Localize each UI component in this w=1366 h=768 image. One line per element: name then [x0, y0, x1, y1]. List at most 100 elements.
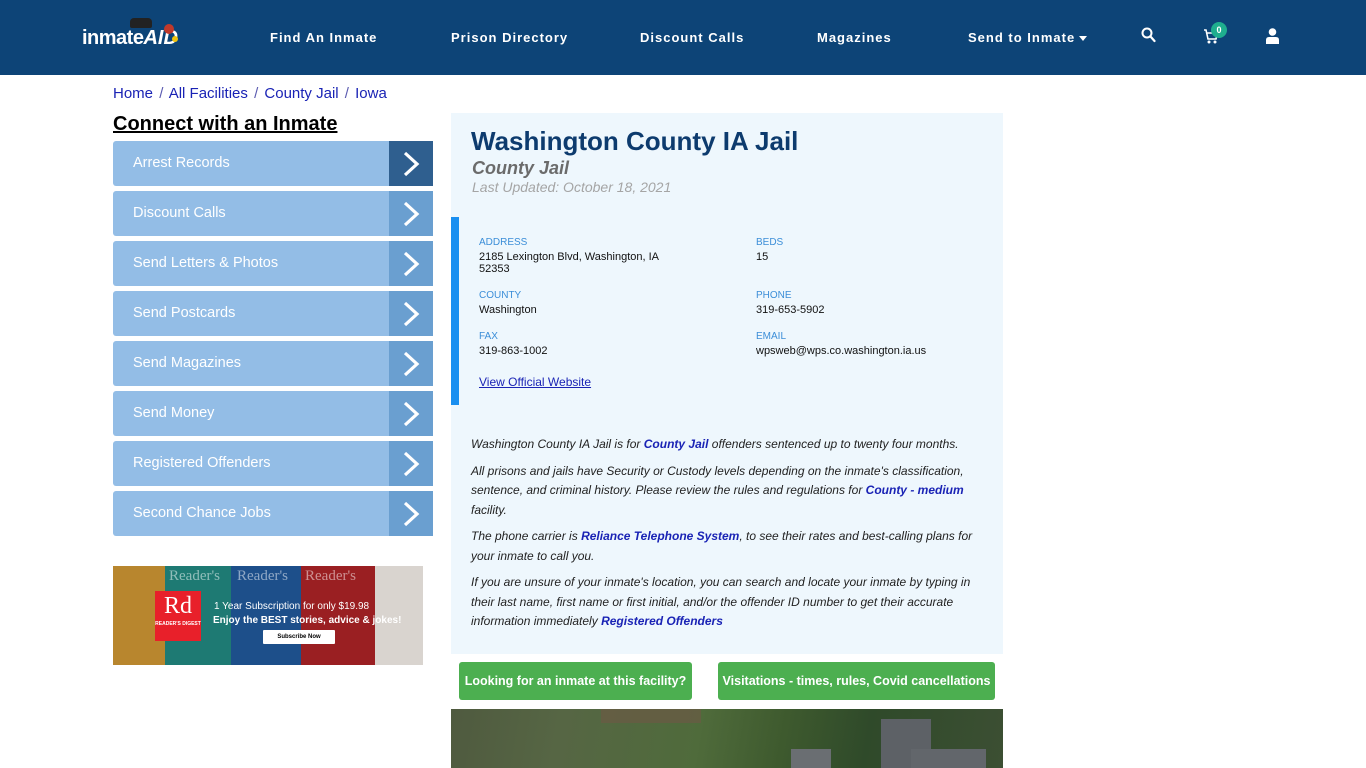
user-icon[interactable]: [1266, 28, 1279, 49]
chevron-right-icon: [389, 441, 433, 486]
description-text: facility.: [471, 502, 507, 517]
cover-title: Reader's: [305, 568, 357, 584]
description-text: The phone carrier is: [471, 529, 582, 543]
facility-description: Washington County IA Jail is for County …: [471, 435, 981, 639]
description-paragraph: Washington County IA Jail is for County …: [471, 435, 981, 455]
county-field: COUNTY Washington: [479, 290, 537, 316]
sidebar-item-registered-offenders[interactable]: Registered Offenders: [113, 441, 433, 486]
sidebar-item-label: Discount Calls: [133, 205, 226, 221]
registered-offenders-link[interactable]: Registered Offenders: [601, 614, 723, 628]
breadcrumb-separator: /: [159, 85, 164, 102]
sidebar-item-send-money[interactable]: Send Money: [113, 391, 433, 436]
address-value: 2185 Lexington Blvd, Washington, IA 5235…: [479, 251, 659, 275]
subscribe-now-button[interactable]: Subscribe Now: [263, 630, 335, 644]
sidebar-item-second-chance-jobs[interactable]: Second Chance Jobs: [113, 491, 433, 536]
cover-title: Reader's: [237, 568, 289, 584]
inmateaid-logo[interactable]: inmate AID: [82, 18, 178, 54]
chevron-right-icon: [389, 241, 433, 286]
beds-value: 15: [756, 251, 769, 263]
nav-send-to-inmate[interactable]: Send to Inmate: [968, 30, 1088, 45]
fax-label: FAX: [479, 331, 498, 342]
email-label: EMAIL: [756, 331, 787, 342]
sidebar-item-send-letters-photos[interactable]: Send Letters & Photos: [113, 241, 433, 286]
sidebar-item-label: Send Money: [133, 405, 215, 421]
chevron-right-icon: [389, 141, 433, 186]
nav-send-to-inmate-label: Send to Inmate: [968, 30, 1076, 45]
last-updated: Last Updated: October 18, 2021: [472, 179, 672, 195]
chevron-right-icon: [389, 491, 433, 536]
connect-with-inmate-heading: Connect with an Inmate: [113, 113, 338, 135]
facility-name-heading: Washington County IA Jail: [471, 126, 799, 156]
breadcrumb-all-facilities[interactable]: All Facilities: [169, 85, 248, 102]
nav-discount-calls[interactable]: Discount Calls: [640, 30, 744, 45]
facility-info-block: ADDRESS 2185 Lexington Blvd, Washington,…: [451, 217, 1003, 405]
top-navbar: inmate AID Find An Inmate Prison Director…: [0, 0, 1366, 75]
phone-field: PHONE 319-653-5902: [756, 290, 825, 316]
autumn-leaf-icon: [172, 36, 178, 42]
sidebar-item-label: Registered Offenders: [133, 455, 271, 471]
map-terrain: [601, 709, 701, 723]
autumn-leaf-icon: [164, 24, 174, 34]
breadcrumb-home[interactable]: Home: [113, 85, 153, 102]
map-building: [911, 749, 986, 768]
phone-label: PHONE: [756, 290, 792, 301]
fax-field: FAX 319-863-1002: [479, 331, 548, 357]
rd-logo-text: Rd: [163, 593, 192, 619]
county-medium-link[interactable]: County - medium: [866, 483, 964, 497]
satellite-map-image[interactable]: [451, 709, 1003, 768]
map-building: [791, 749, 831, 768]
sidebar-item-arrest-records[interactable]: Arrest Records: [113, 141, 433, 186]
email-field: EMAIL wpsweb@wps.co.washington.ia.us: [756, 331, 926, 357]
breadcrumb-separator: /: [344, 85, 349, 102]
county-value: Washington: [479, 304, 537, 316]
search-icon[interactable]: [1141, 27, 1156, 48]
logo-text-inmate: inmate: [82, 26, 144, 49]
county-label: COUNTY: [479, 290, 522, 301]
phone-value: 319-653-5902: [756, 304, 825, 316]
address-field: ADDRESS 2185 Lexington Blvd, Washington,…: [479, 237, 679, 275]
visitations-button[interactable]: Visitations - times, rules, Covid cancel…: [718, 662, 995, 700]
chevron-right-icon: [389, 391, 433, 436]
find-inmate-at-facility-button[interactable]: Looking for an inmate at this facility?: [459, 662, 692, 700]
reliance-telephone-link[interactable]: Reliance Telephone System: [581, 529, 739, 543]
beds-label: BEDS: [756, 237, 784, 248]
breadcrumb-separator: /: [254, 85, 259, 102]
pilgrim-hat-icon: [130, 18, 152, 28]
chevron-right-icon: [389, 341, 433, 386]
ad-promo-line1: 1 Year Subscription for only $19.98: [214, 601, 370, 612]
fax-value: 319-863-1002: [479, 345, 548, 357]
sidebar-item-label: Send Postcards: [133, 305, 236, 321]
chevron-right-icon: [389, 291, 433, 336]
description-paragraph: The phone carrier is Reliance Telephone …: [471, 527, 981, 566]
description-paragraph: If you are unsure of your inmate's locat…: [471, 573, 981, 632]
description-text: Washington County IA Jail is for: [471, 437, 644, 451]
county-jail-link[interactable]: County Jail: [644, 437, 709, 451]
address-label: ADDRESS: [479, 237, 528, 248]
breadcrumb-iowa[interactable]: Iowa: [355, 85, 387, 102]
cover-title: Reader's: [169, 568, 221, 584]
breadcrumb: Home / All Facilities / County Jail / Io…: [113, 85, 387, 102]
facility-type: County Jail: [472, 158, 570, 178]
sidebar-item-label: Second Chance Jobs: [133, 505, 271, 521]
sidebar-item-discount-calls[interactable]: Discount Calls: [113, 191, 433, 236]
nav-find-an-inmate[interactable]: Find An Inmate: [270, 30, 377, 45]
chevron-right-icon: [389, 191, 433, 236]
nav-prison-directory[interactable]: Prison Directory: [451, 30, 568, 45]
readers-digest-ad-banner[interactable]: Reader's Reader's Reader's Rd READER'S D…: [113, 566, 423, 665]
beds-field: BEDS 15: [756, 237, 783, 263]
cart-count-badge: 0: [1211, 22, 1227, 38]
sidebar-item-send-postcards[interactable]: Send Postcards: [113, 291, 433, 336]
ad-promo-line2: Enjoy the BEST stories, advice & jokes!: [213, 615, 402, 626]
email-value: wpsweb@wps.co.washington.ia.us: [756, 345, 927, 357]
view-official-website-link[interactable]: View Official Website: [479, 375, 591, 389]
rd-logo-subtext: READER'S DIGEST: [155, 621, 201, 627]
nav-magazines[interactable]: Magazines: [817, 30, 892, 45]
breadcrumb-county-jail[interactable]: County Jail: [264, 85, 338, 102]
sidebar-item-send-magazines[interactable]: Send Magazines: [113, 341, 433, 386]
sidebar-item-label: Arrest Records: [133, 155, 230, 171]
facility-panel: Washington County IA Jail County Jail La…: [451, 113, 1003, 654]
caret-down-icon: [1079, 36, 1088, 42]
sidebar-item-label: Send Magazines: [133, 355, 242, 371]
readers-digest-logo: Rd READER'S DIGEST: [155, 591, 201, 641]
description-text: offenders sentenced up to twenty four mo…: [708, 437, 959, 451]
